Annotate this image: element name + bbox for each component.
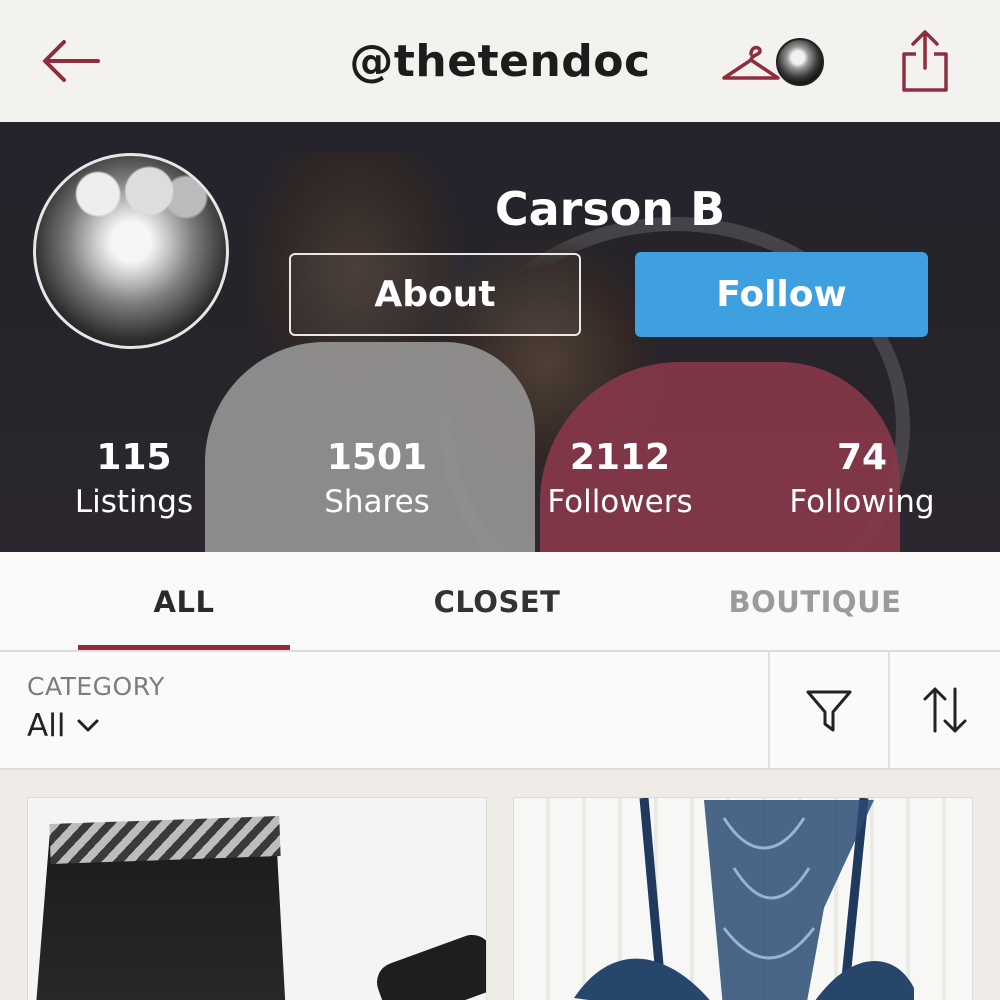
about-button[interactable]: About [289, 253, 581, 336]
stat-followers[interactable]: 2112 Followers [520, 436, 720, 524]
profile-avatar[interactable] [33, 153, 229, 349]
listings-grid [0, 770, 1000, 1000]
tab-label: CLOSET [433, 585, 561, 619]
my-closet-avatar[interactable] [776, 38, 824, 86]
back-arrow-icon[interactable] [40, 36, 102, 86]
page-title: @thetendoc [349, 36, 651, 87]
listing-image [574, 798, 914, 1000]
stat-label: Followers [547, 484, 693, 520]
tab-label: ALL [153, 585, 215, 619]
stat-value: 74 [836, 437, 888, 478]
sort-arrows-icon [923, 687, 967, 733]
stat-value: 1501 [326, 437, 428, 478]
sort-button[interactable] [888, 652, 1000, 768]
tab-all[interactable]: ALL [78, 552, 290, 652]
stat-following[interactable]: 74 Following [762, 436, 962, 524]
chevron-down-icon [77, 719, 99, 732]
category-dropdown[interactable]: All [27, 708, 101, 744]
closet-tabs: ALL CLOSET BOUTIQUE [0, 552, 1000, 652]
category-label: CATEGORY [27, 672, 165, 701]
tab-boutique[interactable]: BOUTIQUE [700, 552, 930, 652]
stat-value: 2112 [569, 437, 671, 478]
tab-label: BOUTIQUE [728, 585, 902, 619]
stat-value: 115 [96, 437, 172, 478]
hanger-icon[interactable] [720, 40, 782, 84]
funnel-icon [806, 690, 852, 732]
listing-card[interactable] [27, 797, 487, 1000]
filter-bar: CATEGORY All [0, 652, 1000, 770]
filter-button[interactable] [768, 652, 888, 768]
category-value: All [27, 708, 66, 744]
stat-label: Listings [74, 484, 194, 520]
follow-button[interactable]: Follow [635, 252, 928, 337]
profile-name: Carson B [494, 182, 726, 236]
top-nav-bar: @thetendoc [0, 0, 1000, 122]
stat-listings[interactable]: 115 Listings [34, 436, 234, 524]
stat-label: Shares [324, 484, 430, 520]
tab-closet[interactable]: CLOSET [390, 552, 604, 652]
share-icon[interactable] [898, 28, 952, 94]
active-tab-indicator [78, 645, 290, 650]
stat-shares[interactable]: 1501 Shares [277, 436, 477, 524]
stat-label: Following [789, 484, 935, 520]
listing-card[interactable] [513, 797, 973, 1000]
